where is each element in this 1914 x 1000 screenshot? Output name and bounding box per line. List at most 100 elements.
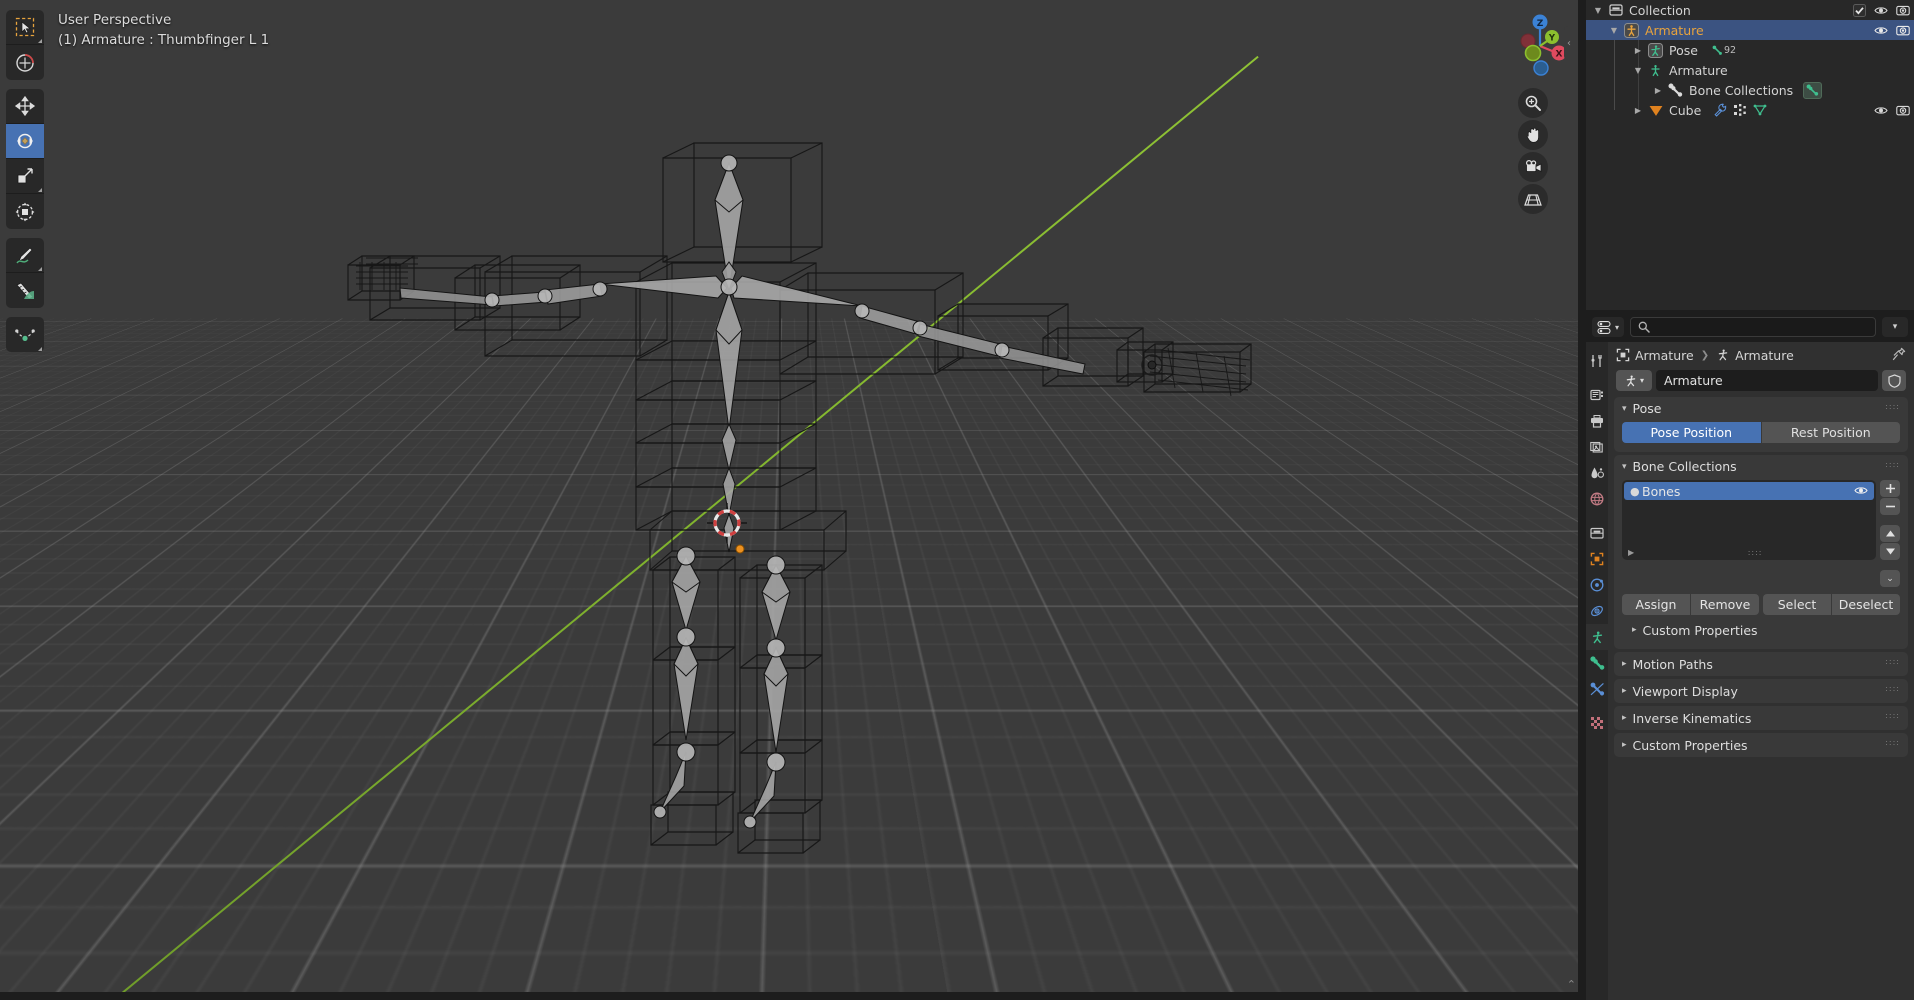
outliner-row-armature-object[interactable]: ▼ Armature: [1586, 20, 1914, 40]
bone-collection-name[interactable]: Bones: [1642, 484, 1680, 499]
outliner-row-bone-collections[interactable]: ▶ Bone Collections: [1586, 80, 1914, 100]
datablock-name-field[interactable]: Armature: [1656, 370, 1878, 391]
panel-custom-properties-header[interactable]: ▸ Custom Properties ::::: [1614, 733, 1908, 757]
checkbox-icon[interactable]: [1853, 4, 1866, 17]
tool-expand-corner[interactable]: [38, 267, 42, 271]
properties-options-button[interactable]: ▾: [1882, 317, 1908, 337]
uilist-resize-grip[interactable]: ::::: [1748, 548, 1763, 557]
chevron-right-icon[interactable]: ▶: [1650, 86, 1666, 95]
fake-user-shield-icon[interactable]: [1882, 370, 1906, 391]
remove-button[interactable]: Remove: [1691, 594, 1759, 615]
eye-icon[interactable]: [1874, 104, 1888, 117]
tab-bone-constraint[interactable]: [1586, 676, 1608, 702]
eye-icon[interactable]: [1874, 24, 1888, 37]
camera-view-button[interactable]: [1518, 152, 1548, 182]
subpanel-custom-properties[interactable]: ▸ Custom Properties: [1632, 620, 1900, 640]
panel-motion-paths-header[interactable]: ▸ Motion Paths ::::: [1614, 652, 1908, 676]
collection-specials-button[interactable]: ⌄: [1880, 570, 1900, 587]
panel-custom-properties[interactable]: ▸ Custom Properties ::::: [1614, 733, 1908, 757]
chevron-down-icon[interactable]: ▾: [1622, 462, 1627, 472]
move-collection-down-button[interactable]: [1880, 543, 1900, 560]
datablock-browse-button[interactable]: ▾: [1616, 370, 1652, 391]
bone-collection-item[interactable]: ● Bones: [1624, 482, 1874, 500]
breadcrumb-item-data[interactable]: Armature: [1735, 348, 1794, 363]
tab-output[interactable]: [1586, 408, 1608, 434]
panel-viewport-display[interactable]: ▸ Viewport Display ::::: [1614, 679, 1908, 703]
tool-expand-corner[interactable]: [38, 39, 42, 43]
eye-icon[interactable]: [1854, 484, 1868, 497]
panel-bone-collections-header[interactable]: ▾ Bone Collections ::::: [1614, 455, 1908, 478]
pin-icon[interactable]: [1892, 347, 1906, 361]
panel-pose-header[interactable]: ▾ Pose ::::: [1614, 397, 1908, 420]
outliner-row-pose[interactable]: ▶ Pose 92: [1586, 40, 1914, 60]
outliner-row-toggles[interactable]: [1874, 20, 1910, 40]
properties-search-input[interactable]: [1630, 317, 1876, 337]
panel-grip[interactable]: ::::: [1885, 687, 1900, 691]
properties-editor[interactable]: ▾ ▾ Armature ❯ Armature ▾ Armature ▾ Pos…: [1586, 312, 1914, 1000]
chevron-down-icon[interactable]: ▼: [1590, 6, 1606, 15]
tool-measure-button[interactable]: [6, 273, 44, 308]
tab-particles[interactable]: [1586, 598, 1608, 624]
tool-move-button[interactable]: [6, 89, 44, 124]
tab-object[interactable]: [1586, 546, 1608, 572]
camera-render-icon[interactable]: [1896, 104, 1910, 117]
assign-button[interactable]: Assign: [1622, 594, 1690, 615]
panel-grip[interactable]: ::::: [1885, 741, 1900, 745]
panel-motion-paths[interactable]: ▸ Motion Paths ::::: [1614, 652, 1908, 676]
tab-texture[interactable]: [1586, 710, 1608, 736]
zoom-view-button[interactable]: [1518, 88, 1548, 118]
modifier-icon[interactable]: [1713, 103, 1727, 117]
panel-inverse-kinematics-header[interactable]: ▸ Inverse Kinematics ::::: [1614, 706, 1908, 730]
chevron-right-icon[interactable]: ▸: [1622, 659, 1627, 669]
chevron-right-icon[interactable]: ▶: [1630, 106, 1646, 115]
rest-position-button[interactable]: Rest Position: [1762, 422, 1901, 443]
tab-scene[interactable]: [1586, 460, 1608, 486]
panel-grip[interactable]: ::::: [1885, 405, 1900, 409]
camera-render-icon[interactable]: [1896, 4, 1910, 17]
navigation-gizmo[interactable]: Z Y X ‹: [1506, 8, 1560, 88]
pose-position-button[interactable]: Pose Position: [1622, 422, 1761, 443]
armature-wireframe[interactable]: [0, 0, 1578, 992]
tab-view-layer[interactable]: [1586, 434, 1608, 460]
chevron-down-icon[interactable]: ▼: [1630, 66, 1646, 75]
outliner-row-toggles[interactable]: [1874, 100, 1910, 120]
uilist-footer[interactable]: ▶ ::::: [1622, 546, 1876, 558]
chevron-right-icon[interactable]: ▶: [1628, 548, 1634, 557]
camera-render-icon[interactable]: [1896, 24, 1910, 37]
panel-grip[interactable]: ::::: [1885, 714, 1900, 718]
tab-object-data[interactable]: [1586, 624, 1608, 650]
pan-view-button[interactable]: [1518, 120, 1548, 150]
remove-bone-collection-button[interactable]: [1880, 498, 1900, 515]
outliner-row-collection[interactable]: ▼ Collection: [1586, 0, 1914, 20]
tool-transform-button[interactable]: [6, 194, 44, 229]
tool-scale-button[interactable]: [6, 159, 44, 194]
tab-bone[interactable]: [1586, 650, 1608, 676]
panel-grip[interactable]: ::::: [1885, 660, 1900, 664]
3d-viewport[interactable]: User Perspective (1) Armature : Thumbfin…: [0, 0, 1578, 992]
viewport-toolbar[interactable]: [6, 10, 44, 361]
tab-world[interactable]: [1586, 486, 1608, 512]
pose-position-toggle-group[interactable]: Pose Position Rest Position: [1622, 422, 1900, 443]
outliner-row-cube[interactable]: ▶ Cube: [1586, 100, 1914, 120]
tool-rotate-button[interactable]: [6, 124, 44, 159]
eye-icon[interactable]: [1874, 4, 1888, 17]
chevron-right-icon[interactable]: ▶: [1630, 46, 1646, 55]
tool-select-box-button[interactable]: [6, 10, 44, 45]
select-button[interactable]: Select: [1763, 594, 1831, 615]
bone-collections-list[interactable]: ● Bones ▶ ::::: [1622, 480, 1876, 560]
bone-collections-chip[interactable]: [1803, 82, 1822, 99]
outliner-editor[interactable]: ▼ Collection ▼ Armature ▶ Pose 92 ▼ Arma…: [1586, 0, 1914, 310]
outliner-row-armature-data[interactable]: ▼ Armature: [1586, 60, 1914, 80]
move-collection-up-button[interactable]: [1880, 525, 1900, 542]
tool-cursor-button[interactable]: [6, 45, 44, 80]
tab-render[interactable]: [1586, 382, 1608, 408]
tab-collection[interactable]: [1586, 520, 1608, 546]
panel-grip[interactable]: ::::: [1885, 463, 1900, 467]
viewport-resize-handle[interactable]: ⌃: [1567, 978, 1576, 991]
properties-tab-column[interactable]: [1586, 342, 1608, 1000]
chevron-down-icon[interactable]: ▼: [1606, 26, 1622, 35]
chevron-right-icon[interactable]: ▸: [1622, 686, 1627, 696]
tool-expand-corner[interactable]: [38, 347, 42, 351]
tool-annotate-button[interactable]: [6, 238, 44, 273]
bone-collections-side-buttons[interactable]: ⌄: [1880, 480, 1900, 588]
